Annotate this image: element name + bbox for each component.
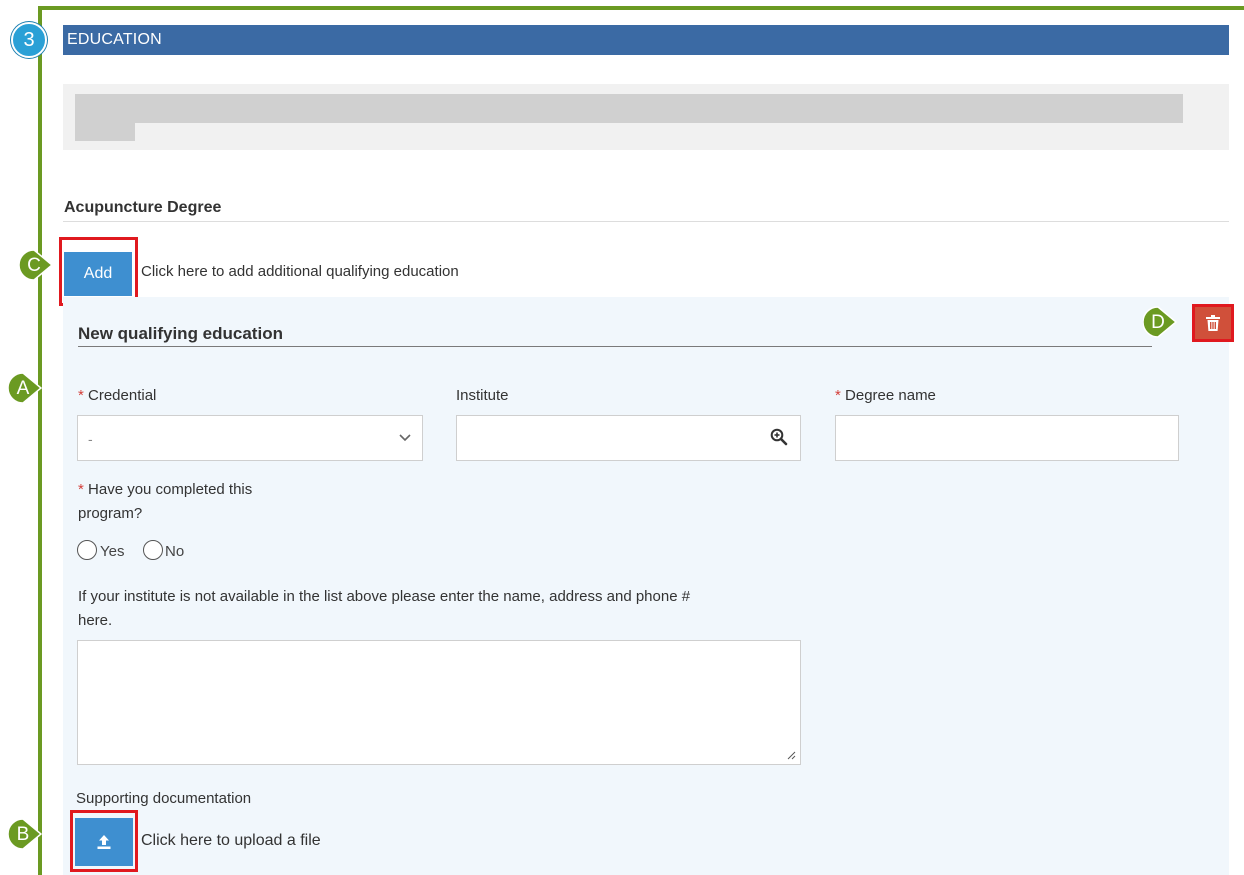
other-institute-textarea[interactable]: [77, 640, 801, 765]
redacted-info-box: [63, 84, 1229, 150]
section-header: EDUCATION: [63, 25, 1229, 55]
add-education-hint: Click here to add additional qualifying …: [141, 263, 459, 280]
callout-b: B: [8, 818, 42, 852]
credential-select-value: -: [88, 431, 93, 447]
delete-education-button[interactable]: [1192, 304, 1234, 342]
subsection-title: Acupuncture Degree: [64, 199, 222, 216]
callout-letter: D: [1151, 312, 1165, 333]
upload-file-hint: Click here to upload a file: [141, 832, 321, 849]
qualifying-education-card: [63, 297, 1229, 875]
radio-yes[interactable]: [77, 540, 97, 560]
callout-c: C: [19, 249, 53, 283]
chevron-down-icon: [399, 434, 411, 442]
card-divider: [78, 346, 1152, 347]
credential-label: * Credential: [78, 387, 157, 404]
radio-no-label[interactable]: No: [165, 543, 184, 560]
zoom-in-icon[interactable]: [770, 428, 788, 446]
completed-question-label-line2: program?: [78, 505, 143, 522]
radio-no[interactable]: [143, 540, 163, 560]
degree-name-input[interactable]: [835, 415, 1179, 461]
section-title: EDUCATION: [67, 31, 162, 48]
callout-d: D: [1143, 306, 1177, 340]
callout-letter: A: [16, 378, 30, 399]
institute-label: Institute: [456, 387, 509, 404]
completed-question-label: * Have you completed this: [78, 481, 253, 498]
frame-left-border: [38, 6, 42, 875]
redacted-text-block: [75, 123, 135, 141]
upload-file-button[interactable]: [75, 818, 133, 866]
required-mark: *: [835, 387, 841, 404]
other-institute-label: If your institute is not available in th…: [78, 588, 691, 605]
callout-letter: C: [27, 255, 41, 276]
supporting-documentation-label: Supporting documentation: [76, 790, 252, 807]
other-institute-label-line2: here.: [78, 612, 113, 629]
required-mark: *: [78, 387, 84, 404]
credential-select[interactable]: -: [77, 415, 423, 461]
resize-grip-icon[interactable]: [786, 750, 796, 760]
subsection-divider: [63, 221, 1229, 222]
radio-yes-label[interactable]: Yes: [100, 543, 124, 560]
institute-search-input[interactable]: [456, 415, 801, 461]
add-education-button[interactable]: Add: [64, 252, 132, 296]
degree-name-label: * Degree name: [835, 387, 936, 404]
trash-icon: [1206, 315, 1220, 331]
callout-a: A: [8, 372, 42, 406]
redacted-text-block: [75, 94, 1183, 123]
required-mark: *: [78, 481, 84, 498]
callout-letter: B: [16, 824, 30, 845]
step-number-badge: 3: [11, 22, 47, 58]
upload-icon: [97, 835, 111, 849]
frame-top-border: [38, 6, 1244, 10]
card-title: New qualifying education: [78, 324, 283, 343]
